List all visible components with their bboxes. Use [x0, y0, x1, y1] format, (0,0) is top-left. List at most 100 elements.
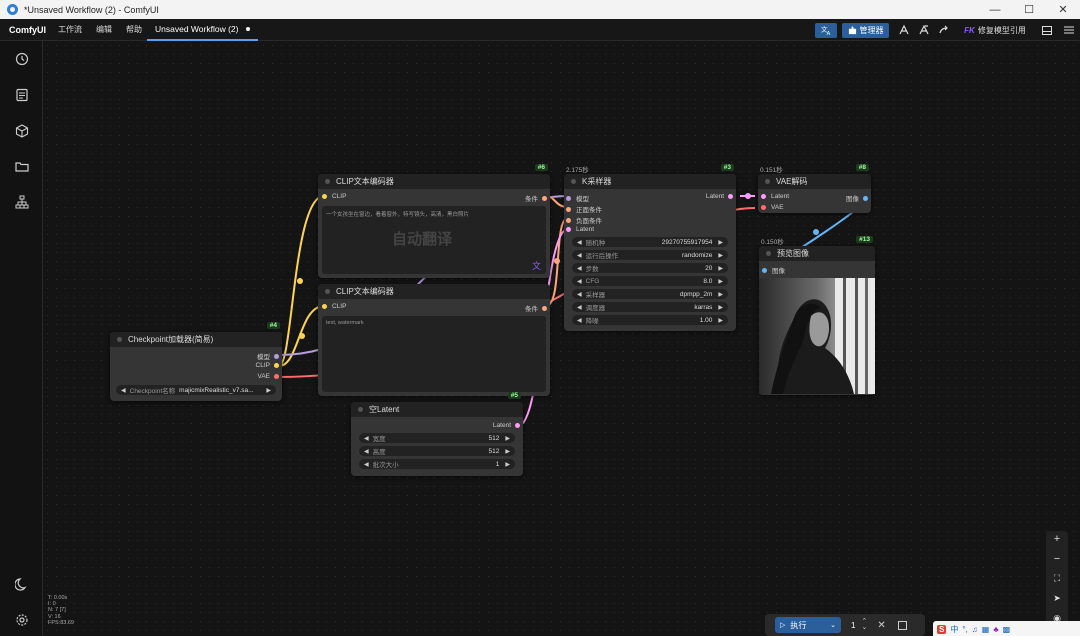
- denoise-widget[interactable]: ◀ 降噪 1.00 ▶: [572, 315, 728, 325]
- brand-logo[interactable]: ComfyUI: [9, 25, 46, 35]
- translate-sparkle-icon[interactable]: 文: [532, 260, 542, 270]
- ime-punct-icon[interactable]: °,: [962, 625, 967, 634]
- scheduler-widget[interactable]: ◀ 调度器 karras ▶: [572, 302, 728, 312]
- node-title: VAE解码: [776, 177, 808, 186]
- output-conditioning[interactable]: 条件: [525, 303, 547, 313]
- node-checkpoint-loader[interactable]: #4 Checkpoint加载器(简易) 模型 CLIP VAE ◀ Check…: [110, 322, 282, 401]
- output-vae[interactable]: VAE: [257, 373, 279, 380]
- select-mode-icon[interactable]: ➤: [1046, 593, 1068, 604]
- count-stepper[interactable]: ⌃ ⌄: [861, 618, 867, 631]
- minimize-button[interactable]: —: [978, 0, 1012, 19]
- node-share-button-2[interactable]: [914, 23, 934, 38]
- node-preview-image[interactable]: 0.150秒 #13 预览图像 图像: [759, 236, 875, 395]
- node-id-badge: #4: [266, 322, 280, 329]
- seed-widget[interactable]: ◀ 随机种 292707559179​54 ▶: [572, 237, 728, 247]
- input-model[interactable]: 模型: [566, 193, 589, 203]
- ime-keyboard-icon[interactable]: ▦: [982, 625, 990, 634]
- node-clip-text-encode-positive[interactable]: #6 CLIP文本编码器 CLIP 条件 一个女孩坐在窗边，看着窗外，特写镜头，…: [318, 164, 550, 278]
- translate-button[interactable]: 文A: [815, 22, 837, 38]
- input-clip[interactable]: CLIP: [322, 303, 346, 310]
- queue-run-bar: ▷ 执行 ⌄ 1 ⌃ ⌄ ✕: [765, 614, 925, 636]
- close-button[interactable]: ✕: [1046, 0, 1080, 19]
- canvas-stats: T: 0.00s I: 0 N: 7 [7] V: 16 FPS:83.69: [48, 595, 74, 626]
- preview-output-image[interactable]: [759, 278, 875, 394]
- steps-widget[interactable]: ◀ 步数 20 ▶: [572, 263, 728, 273]
- node-clip-text-encode-negative[interactable]: CLIP文本编码器 CLIP 条件 text, watermark: [318, 284, 550, 396]
- ime-mic-icon[interactable]: ♫: [972, 625, 978, 634]
- output-conditioning[interactable]: 条件: [525, 193, 547, 203]
- collapse-dot[interactable]: [117, 337, 122, 342]
- input-latent[interactable]: Latent: [761, 193, 789, 200]
- node-title: CLIP文本编码器: [336, 287, 394, 296]
- collapse-dot[interactable]: [765, 179, 770, 184]
- output-latent[interactable]: Latent: [493, 422, 520, 429]
- cancel-icon[interactable]: ✕: [877, 620, 885, 631]
- output-image[interactable]: 图像: [846, 193, 868, 203]
- input-image[interactable]: 图像: [762, 265, 785, 275]
- fix-model-refs-button[interactable]: FK 修复模型引用: [958, 23, 1032, 38]
- prompt-textarea[interactable]: 一个女孩坐在窗边，看着窗外，特写镜头，高清，黑白照片 自动翻译 文: [322, 206, 546, 274]
- model-library-icon[interactable]: [12, 121, 32, 141]
- tab-workflow-label: Unsaved Workflow (2): [155, 24, 239, 34]
- checkpoint-name-combo[interactable]: ◀ Checkpoint名称 majicmixRealistic_v7.sa..…: [116, 385, 276, 395]
- node-ksampler[interactable]: 2.175秒 #3 K采样器 模型 正面条件 负面条件 Latent Laten…: [564, 164, 736, 331]
- hamburger-menu-button[interactable]: [1058, 23, 1080, 38]
- collapse-dot[interactable]: [325, 289, 330, 294]
- node-library-icon[interactable]: [12, 192, 32, 212]
- sogou-logo-icon[interactable]: S: [937, 624, 947, 634]
- graph-canvas[interactable]: #6 CLIP文本编码器 CLIP 条件 一个女孩坐在窗边，看着窗外，特写镜头，…: [43, 41, 1080, 636]
- stop-icon[interactable]: [897, 620, 907, 630]
- batch-size-widget[interactable]: ◀ 批次大小 1 ▶: [359, 459, 515, 469]
- menu-help[interactable]: 帮助: [126, 24, 142, 35]
- node-share-button[interactable]: [894, 23, 914, 38]
- menu-edit[interactable]: 编辑: [96, 24, 112, 35]
- ime-skin-icon[interactable]: ♣: [993, 625, 998, 634]
- maximize-button[interactable]: ☐: [1012, 0, 1046, 19]
- history-icon[interactable]: [12, 49, 32, 69]
- ime-grid-icon[interactable]: ▩: [1003, 625, 1011, 634]
- theme-toggle-icon[interactable]: [12, 574, 32, 594]
- sampler-widget[interactable]: ◀ 采样器 dpmpp_2m ▶: [572, 289, 728, 299]
- collapse-dot[interactable]: [571, 179, 576, 184]
- hamburger-icon: [1064, 26, 1074, 34]
- output-model[interactable]: 模型: [257, 351, 279, 361]
- ime-chinese-icon[interactable]: 中: [950, 624, 958, 635]
- batch-count-input[interactable]: 1: [851, 621, 855, 630]
- tab-workflow[interactable]: Unsaved Workflow (2): [147, 19, 259, 41]
- control-after-generate-widget[interactable]: ◀ 运行后操作 randomize ▶: [572, 250, 728, 260]
- output-clip[interactable]: CLIP: [256, 362, 279, 369]
- input-positive[interactable]: 正面条件: [566, 204, 602, 214]
- workflows-icon[interactable]: [12, 157, 32, 177]
- height-widget[interactable]: ◀ 高度 512 ▶: [359, 446, 515, 456]
- collapse-dot[interactable]: [358, 407, 363, 412]
- puzzle-icon: [848, 25, 856, 34]
- manager-button[interactable]: 管理器: [842, 22, 889, 38]
- svg-text:A: A: [826, 31, 830, 36]
- node-b-icon: [919, 25, 929, 35]
- run-label: 执行: [790, 620, 807, 630]
- menu-workflow[interactable]: 工作流: [58, 24, 82, 35]
- negative-prompt-textarea[interactable]: text, watermark: [322, 316, 546, 392]
- fit-view-icon[interactable]: ⛶: [1046, 573, 1068, 584]
- zoom-in-icon[interactable]: +: [1046, 533, 1068, 545]
- input-clip[interactable]: CLIP: [322, 193, 346, 200]
- input-vae[interactable]: VAE: [761, 204, 784, 211]
- queue-icon[interactable]: [12, 85, 32, 105]
- node-vae-decode[interactable]: 0.151秒 #8 VAE解码 Latent VAE 图像: [758, 164, 871, 213]
- input-negative[interactable]: 负面条件: [566, 215, 602, 225]
- node-empty-latent[interactable]: #5 空Latent Latent ◀ 宽度 512 ▶ ◀ 高度 512 ▶ ◀ 批次大小 1…: [351, 392, 523, 476]
- comfyui-app-icon: [7, 4, 18, 15]
- settings-icon[interactable]: [12, 610, 32, 630]
- toggle-panel-button[interactable]: [1036, 23, 1058, 38]
- chevron-down-icon[interactable]: ⌄: [830, 621, 836, 629]
- collapse-dot[interactable]: [766, 251, 771, 256]
- fk-logo-icon: FK: [964, 25, 975, 35]
- cfg-widget[interactable]: ◀ CFG 8.0 ▶: [572, 276, 728, 286]
- share-button[interactable]: [934, 23, 954, 38]
- collapse-dot[interactable]: [325, 179, 330, 184]
- output-latent[interactable]: Latent: [706, 193, 733, 200]
- run-button[interactable]: ▷ 执行 ⌄: [775, 617, 841, 633]
- width-widget[interactable]: ◀ 宽度 512 ▶: [359, 433, 515, 443]
- input-latent[interactable]: Latent: [566, 226, 594, 233]
- zoom-out-icon[interactable]: −: [1046, 553, 1068, 565]
